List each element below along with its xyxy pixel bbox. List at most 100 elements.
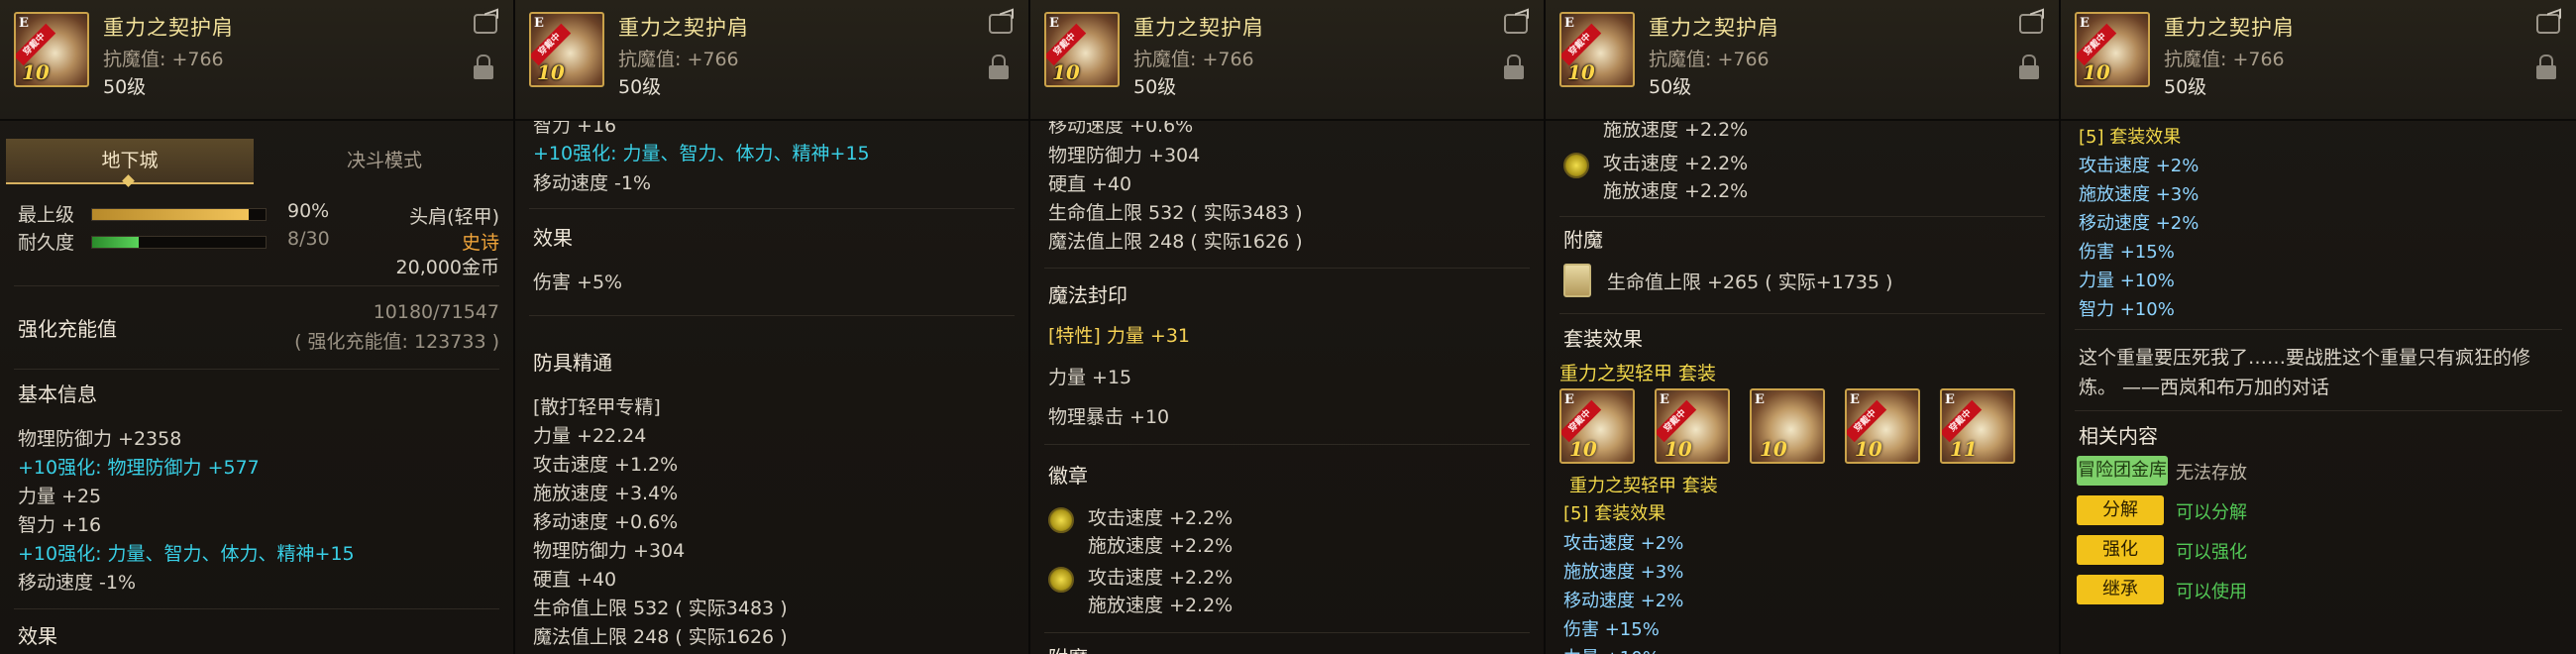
- durability-value: 8/30: [287, 228, 330, 250]
- sell-price: 20,000金币: [395, 257, 499, 278]
- enchant-card-icon[interactable]: [1563, 264, 1591, 297]
- item-level: 50级: [2164, 76, 2207, 98]
- max-grade-percent: 90%: [287, 200, 330, 222]
- item-icon[interactable]: E 穿戴中 10: [1559, 12, 1635, 87]
- effect-title: 效果: [533, 226, 573, 250]
- lock-icon[interactable]: [1504, 54, 1524, 79]
- item-icon[interactable]: E 穿戴中 10: [2075, 12, 2150, 87]
- inherit-tag[interactable]: 继承: [2077, 575, 2164, 604]
- emblem-line: 攻击速度 +2.2%: [1603, 153, 1749, 174]
- emblem-icon[interactable]: [1048, 507, 1074, 533]
- tooltip-panel-5: E 穿戴中 10 重力之契护肩 抗魔值: +766 50级 [5] 套装效果 攻…: [2061, 0, 2576, 654]
- share-icon[interactable]: [2019, 14, 2043, 34]
- divider: [14, 608, 499, 609]
- grade-mark: E: [1049, 16, 1059, 31]
- disassemble-tag[interactable]: 分解: [2077, 495, 2164, 525]
- set-bonus-line: 攻击速度 +2%: [1563, 533, 1684, 554]
- lock-icon[interactable]: [2536, 54, 2556, 79]
- tab-pvp[interactable]: 决斗模式: [258, 139, 511, 182]
- vault-tag[interactable]: 冒险团金库: [2077, 456, 2168, 486]
- resist-value: 抗魔值: +766: [1649, 49, 1770, 70]
- set-bonus-line: 移动速度 +2%: [2079, 213, 2200, 234]
- emblem-icon[interactable]: [1563, 153, 1589, 178]
- stat-line: 硬直 +40: [1048, 173, 1132, 195]
- upgrade-level: 10: [22, 60, 50, 84]
- set-piece-icon[interactable]: E 穿戴中 10: [1559, 388, 1635, 464]
- effect-line: 伤害 +5%: [533, 272, 623, 293]
- panel-content: 移动速度 +0.6% 物理防御力 +304 硬直 +40 生命值上限 532 (…: [1030, 115, 1544, 654]
- set-bonus-line: 伤害 +15%: [1563, 619, 1660, 640]
- stat-line: +10强化: 力量、智力、体力、精神+15: [533, 143, 870, 164]
- stat-line: 智力 +16: [18, 514, 102, 536]
- item-level: 50级: [103, 76, 147, 98]
- panel-content: 施放速度 +2.2% 攻击速度 +2.2% 施放速度 +2.2% 附魔 生命值上…: [1546, 119, 2059, 654]
- reinforce-status: 可以强化: [2176, 542, 2247, 563]
- grade-mark: E: [534, 16, 544, 31]
- share-icon[interactable]: [2536, 14, 2560, 34]
- item-title: 重力之契护肩: [618, 16, 749, 40]
- inherit-status: 可以使用: [2176, 582, 2247, 602]
- tooltip-panel-1: E 穿戴中 10 重力之契护肩 抗魔值: +766 50级 地下城 决斗模式 最…: [0, 0, 515, 654]
- item-title: 重力之契护肩: [2164, 16, 2295, 40]
- stat-line: 魔法值上限 248 ( 实际1626 ): [1048, 231, 1303, 253]
- emblem-icon[interactable]: [1048, 567, 1074, 593]
- seal-line: 力量 +15: [1048, 367, 1132, 388]
- mastery-line: 施放速度 +3.4%: [533, 483, 679, 504]
- lock-icon[interactable]: [474, 54, 493, 79]
- stat-line: 力量 +25: [18, 486, 102, 507]
- set-piece-icon[interactable]: E 10: [1750, 388, 1825, 464]
- mastery-line: 魔法值上限 248 ( 实际1626 ): [533, 626, 788, 648]
- mastery-line: 生命值上限 532 ( 实际3483 ): [533, 598, 788, 619]
- enchant-title: 附魔: [1563, 228, 1603, 252]
- divider: [1044, 268, 1530, 269]
- share-icon[interactable]: [1504, 14, 1528, 34]
- disassemble-status: 可以分解: [2176, 502, 2247, 523]
- max-grade-bar: [91, 208, 267, 221]
- resist-value: 抗魔值: +766: [2164, 49, 2285, 70]
- grade-mark: E: [2080, 16, 2090, 31]
- basic-info-title: 基本信息: [18, 382, 97, 406]
- lock-icon[interactable]: [989, 54, 1009, 79]
- item-icon[interactable]: E 穿戴中 10: [529, 12, 604, 87]
- set-bonus-line: 伤害 +15%: [2079, 242, 2175, 263]
- seal-line: 物理暴击 +10: [1048, 406, 1170, 428]
- upgrade-level: 10: [537, 60, 565, 84]
- tooltip-panel-4: E 穿戴中 10 重力之契护肩 抗魔值: +766 50级 施放速度 +2.2%…: [1546, 0, 2061, 654]
- item-title: 重力之契护肩: [103, 16, 234, 40]
- seal-main: [特性] 力量 +31: [1048, 325, 1191, 347]
- charge-value: 10180/71547: [373, 301, 499, 323]
- item-icon[interactable]: E 穿戴中 10: [1044, 12, 1120, 87]
- set-piece-icon[interactable]: E 穿戴中 11: [1940, 388, 2015, 464]
- set-piece-icon[interactable]: E 穿戴中 10: [1655, 388, 1730, 464]
- set-bonus-title: [5] 套装效果: [1563, 503, 1666, 524]
- set-piece-icon[interactable]: E 穿戴中 10: [1845, 388, 1920, 464]
- reinforce-tag[interactable]: 强化: [2077, 535, 2164, 565]
- tooltip-panel-2: E 穿戴中 10 重力之契护肩 抗魔值: +766 50级 智力 +16 +10…: [515, 0, 1030, 654]
- enchant-title-cut: 附魔: [1048, 642, 1088, 654]
- set-bonus-line: 攻击速度 +2%: [2079, 156, 2200, 176]
- divider: [529, 208, 1015, 209]
- charge-sub: ( 强化充能值: 123733 ): [294, 331, 499, 353]
- lock-icon[interactable]: [2019, 54, 2039, 79]
- item-title: 重力之契护肩: [1649, 16, 1779, 40]
- share-icon[interactable]: [474, 14, 497, 34]
- vault-status: 无法存放: [2176, 463, 2247, 484]
- set-bonus-line-cut: 力量 +10%: [1563, 644, 1660, 654]
- resist-value: 抗魔值: +766: [1133, 49, 1254, 70]
- set-bonus-line: 移动速度 +2%: [1563, 591, 1684, 611]
- panel-content: 地下城 决斗模式 最上级 90% 头肩(轻甲) 耐久度 8/30 史诗 20,0…: [0, 119, 513, 654]
- divider: [14, 369, 499, 370]
- set-bonus-line: 智力 +10%: [2079, 299, 2175, 320]
- item-level: 50级: [1133, 76, 1177, 98]
- mastery-line: 移动速度 +0.6%: [533, 511, 679, 533]
- item-icon[interactable]: E 穿戴中 10: [14, 12, 89, 87]
- item-level: 50级: [1649, 76, 1692, 98]
- emblem-line: 施放速度 +2.2%: [1088, 595, 1234, 616]
- mastery-line: 硬直 +40: [533, 569, 617, 591]
- stat-line: 移动速度 -1%: [18, 572, 137, 594]
- set-effect-title: 套装效果: [1563, 327, 1643, 351]
- divider: [2075, 329, 2562, 330]
- emblem-line: 攻击速度 +2.2%: [1088, 507, 1234, 529]
- set-caption: 重力之契轻甲 套装: [1569, 476, 1718, 496]
- share-icon[interactable]: [989, 14, 1013, 34]
